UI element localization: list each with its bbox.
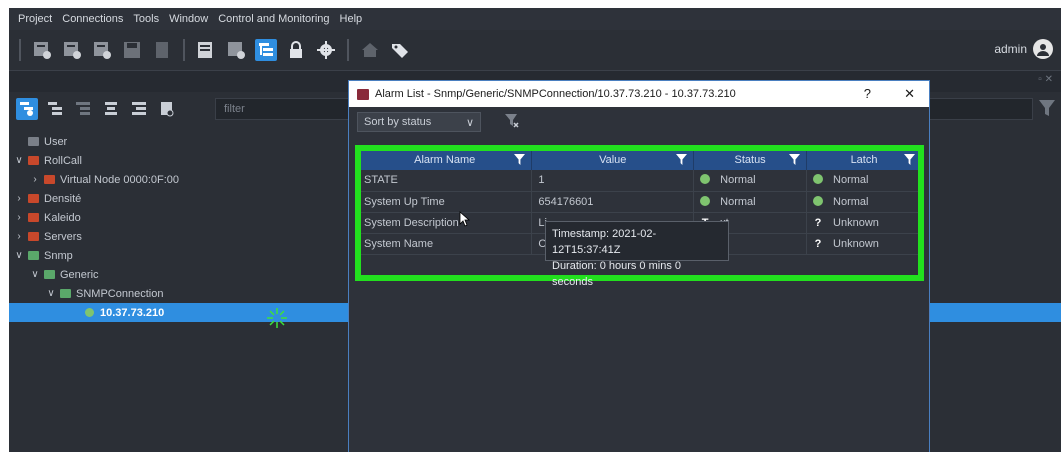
tree-view-eye-icon[interactable] [16, 98, 38, 120]
filter-icon[interactable] [1039, 99, 1055, 120]
tree-item-label: Densité [44, 192, 82, 205]
folder-icon [28, 232, 39, 241]
menu-help[interactable]: Help [335, 13, 368, 25]
add-device-3-icon[interactable] [91, 39, 113, 61]
toolbar-separator [19, 39, 21, 61]
toolbar-separator [183, 39, 185, 61]
layout-icon[interactable] [195, 39, 217, 61]
tooltip-timestamp: Timestamp: 2021-02-12T15:37:41Z [552, 228, 657, 256]
chevron-right-icon[interactable]: › [29, 174, 41, 185]
tree-item-label: SNMPConnection [76, 287, 164, 300]
status-normal-icon [85, 308, 94, 317]
tag-icon[interactable] [389, 39, 411, 61]
alarm-tooltip: Timestamp: 2021-02-12T15:37:41Z Duration… [545, 221, 729, 288]
settings-icon[interactable] [315, 39, 337, 61]
layout-add-icon[interactable] [225, 39, 247, 61]
user-area[interactable]: admin [994, 39, 1053, 59]
tree-collapse-icon[interactable] [72, 98, 94, 120]
menu-control-monitoring[interactable]: Control and Monitoring [213, 13, 334, 25]
menu-tools[interactable]: Tools [128, 13, 164, 25]
tree-list-icon[interactable] [128, 98, 150, 120]
tree-item-label: Snmp [44, 249, 73, 262]
panel-window-controls[interactable]: ▫ ✕ [1038, 74, 1053, 85]
add-device-2-icon[interactable] [61, 39, 83, 61]
tree-device-view-icon[interactable] [156, 98, 178, 120]
folder-icon [44, 175, 55, 184]
lock-icon[interactable] [285, 39, 307, 61]
folder-icon [60, 289, 71, 298]
folder-icon [28, 213, 39, 222]
folder-icon [28, 251, 39, 260]
menu-connections[interactable]: Connections [57, 13, 128, 25]
chevron-down-icon[interactable]: ∨ [45, 288, 57, 299]
home-icon[interactable] [359, 39, 381, 61]
dialog-title-bar[interactable]: Alarm List - Snmp/Generic/SNMPConnection… [349, 81, 929, 107]
tree-item-label: Virtual Node 0000:0F:00 [60, 173, 180, 186]
chevron-right-icon[interactable]: › [13, 212, 25, 223]
mouse-cursor-icon [459, 211, 471, 227]
tree-align-icon[interactable] [100, 98, 122, 120]
help-button[interactable]: ? [864, 86, 871, 101]
folder-icon [44, 270, 55, 279]
menu-bar: Project Connections Tools Window Control… [9, 8, 1061, 30]
close-button[interactable]: ✕ [904, 86, 915, 102]
user-icon[interactable] [1033, 39, 1053, 59]
tree-item-label: Generic [60, 268, 99, 281]
save-icon[interactable] [121, 39, 143, 61]
tree-item-label: User [44, 135, 68, 148]
click-indicator-icon [267, 308, 287, 328]
username-label: admin [994, 42, 1027, 56]
tree-expand-icon[interactable] [44, 98, 66, 120]
sort-select-value: Sort by status [364, 116, 432, 128]
tree-item-label: Servers [44, 230, 82, 243]
folder-icon [28, 156, 39, 165]
tree-item-label: RollCall [44, 154, 82, 167]
alarm-list-dialog: Alarm List - Snmp/Generic/SNMPConnection… [348, 80, 930, 452]
add-device-icon[interactable] [31, 39, 53, 61]
dialog-toolbar: Sort by status ∨ [349, 107, 929, 137]
chevron-down-icon: ∨ [465, 116, 474, 129]
menu-project[interactable]: Project [13, 13, 57, 25]
menu-window[interactable]: Window [164, 13, 213, 25]
chevron-right-icon[interactable]: › [13, 193, 25, 204]
tree-item-label: 10.37.73.210 [100, 306, 165, 319]
chevron-right-icon[interactable]: › [13, 231, 25, 242]
folder-icon [28, 194, 39, 203]
tooltip-duration: Duration: 0 hours 0 mins 0 seconds [552, 260, 682, 288]
app-window: Project Connections Tools Window Control… [9, 8, 1061, 452]
sort-select[interactable]: Sort by status ∨ [357, 112, 481, 132]
chevron-down-icon[interactable]: ∨ [29, 269, 41, 280]
dialog-title: Alarm List - Snmp/Generic/SNMPConnection… [375, 88, 736, 100]
import-icon[interactable] [151, 39, 173, 61]
tree-item-label: Kaleido [44, 211, 81, 224]
toolbar-separator [347, 39, 349, 61]
clear-filter-icon[interactable] [505, 113, 519, 132]
chevron-down-icon[interactable]: ∨ [13, 250, 25, 261]
main-toolbar: admin [9, 30, 1061, 70]
folder-icon [28, 137, 39, 146]
chevron-down-icon[interactable]: ∨ [13, 155, 25, 166]
app-logo-icon [357, 88, 369, 100]
tree-view-icon[interactable] [255, 39, 277, 61]
